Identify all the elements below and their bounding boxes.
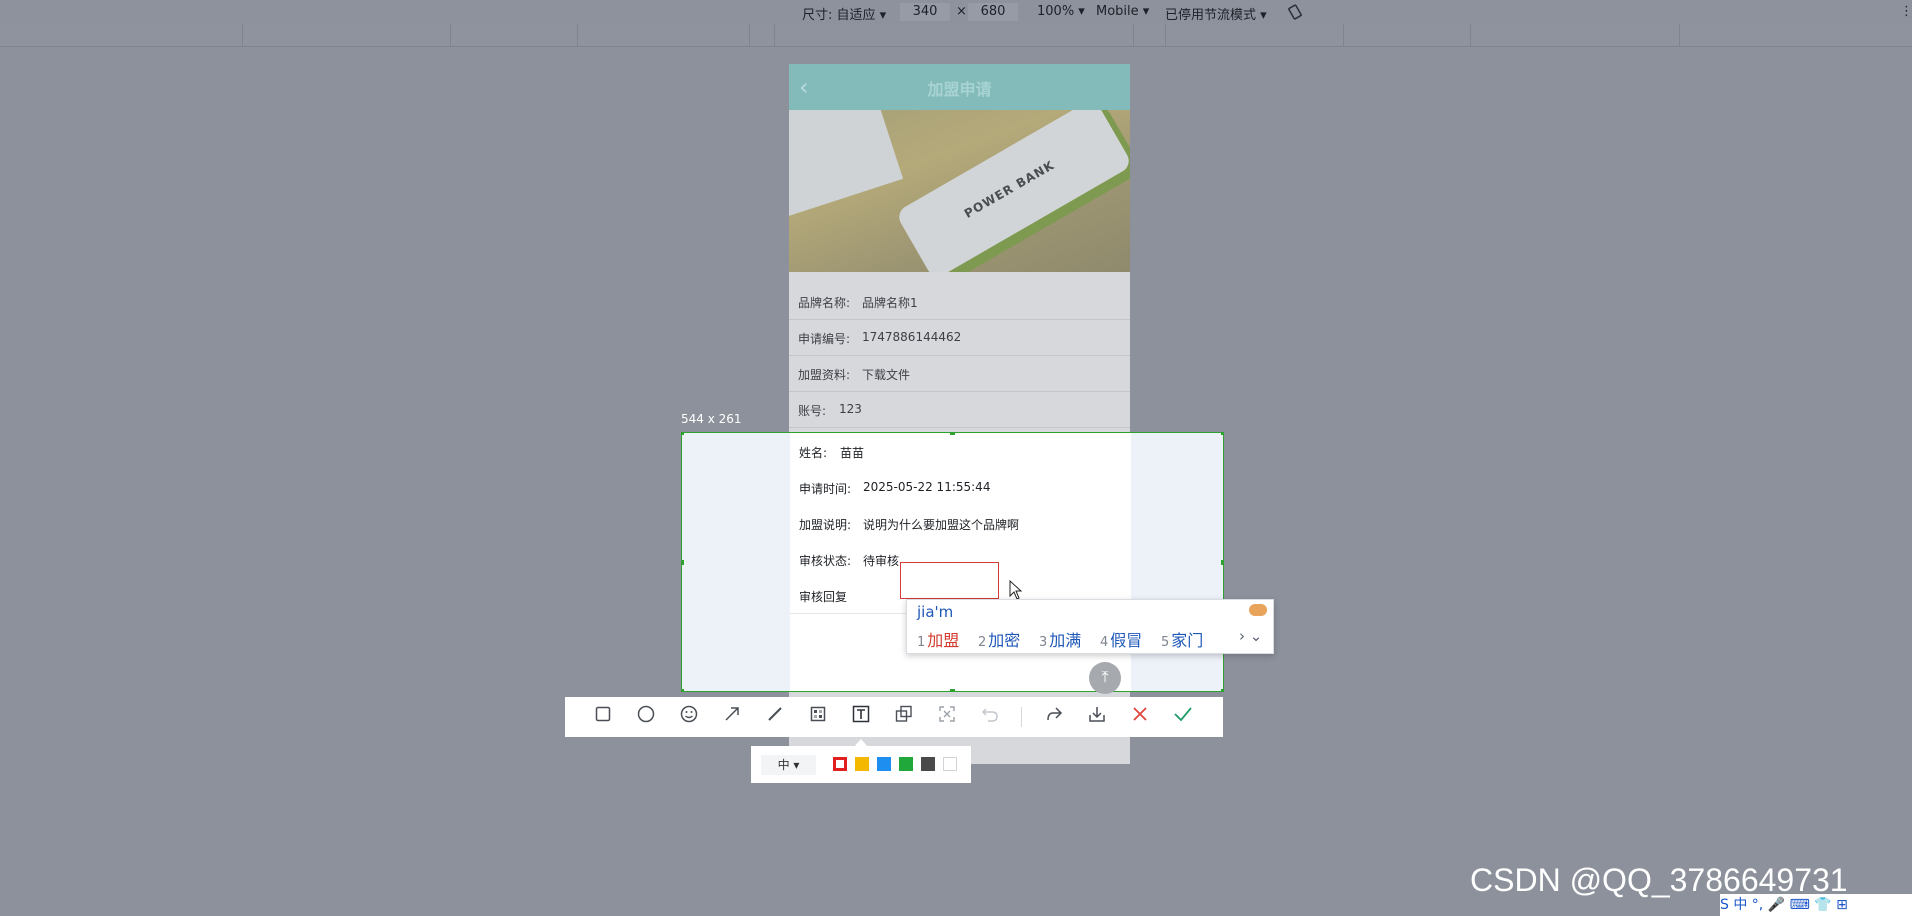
ime-candidate[interactable]: 5 家门 <box>1161 627 1203 651</box>
download-link[interactable]: 下载文件 <box>862 366 910 383</box>
throttle-dropdown[interactable]: 已停用节流模式 ▾ <box>1165 4 1267 23</box>
info-row: 账号: 123 <box>789 391 1130 428</box>
height-input[interactable]: 680 <box>968 3 1018 21</box>
more-icon[interactable]: ⋮ <box>1900 4 1912 19</box>
ime-pinyin: jia'm <box>917 603 954 621</box>
info-row: 申请时间: 2025-05-22 11:55:44 <box>790 469 1131 506</box>
info-row: 申请编号: 1747886144462 <box>789 319 1130 356</box>
page-title: 加盟申请 <box>927 80 992 99</box>
close-icon[interactable] <box>1128 705 1152 729</box>
width-input[interactable]: 340 <box>900 3 950 21</box>
line-icon[interactable] <box>763 705 787 729</box>
color-swatch-green[interactable] <box>899 757 913 771</box>
info-row: 加盟资料: 下载文件 <box>789 355 1130 392</box>
text-icon[interactable] <box>849 705 873 729</box>
ime-status-tray[interactable]: S 中 °, 🎤 ⌨ 👕 ⊞ <box>1720 894 1912 916</box>
ellipse-icon[interactable] <box>634 705 658 729</box>
info-row: 姓名: 苗苗 <box>790 433 1131 470</box>
color-swatch-blue[interactable] <box>877 757 891 771</box>
ime-candidate-popup: jia'm 1 加盟 2 加密 3 加满 4 假冒 5 家门 › ⌄ <box>906 599 1274 654</box>
zoom-dropdown[interactable]: 100% ▾ <box>1037 4 1085 19</box>
brand-image: POWER BANK <box>789 110 1130 272</box>
info-row: 加盟说明: 说明为什么要加盟这个品牌啊 <box>790 505 1131 542</box>
info-row: 品牌名称: 品牌名称1 <box>789 283 1130 320</box>
text-annotation-box[interactable] <box>900 562 999 599</box>
annotation-toolbar <box>565 697 1223 737</box>
color-swatch-white[interactable] <box>943 757 957 771</box>
save-icon[interactable] <box>1085 705 1109 729</box>
text-style-panel: 中 ▾ <box>751 746 971 783</box>
hero-text: POWER BANK <box>961 157 1057 221</box>
back-to-top-button[interactable]: ⤒ <box>1089 662 1121 694</box>
pin-icon[interactable] <box>892 705 916 729</box>
ime-skin-icon[interactable] <box>1249 604 1267 616</box>
share-icon[interactable] <box>1042 705 1066 729</box>
rectangle-icon[interactable] <box>591 705 615 729</box>
ocr-icon[interactable] <box>935 705 959 729</box>
color-swatch-gray[interactable] <box>921 757 935 771</box>
mosaic-icon[interactable] <box>806 705 830 729</box>
devtools-toolbar: 尺寸: 自适应 ▾ 340 × 680 100% ▾ Mobile ▾ 已停用节… <box>0 0 1912 24</box>
color-swatch-red[interactable] <box>833 757 847 771</box>
ime-candidate[interactable]: 3 加满 <box>1039 627 1081 651</box>
font-size-dropdown[interactable]: 中 ▾ <box>761 755 816 775</box>
ime-candidate[interactable]: 1 加盟 <box>917 627 959 651</box>
device-dropdown[interactable]: Mobile ▾ <box>1096 4 1149 19</box>
rotate-icon[interactable] <box>1286 4 1304 24</box>
emoji-icon[interactable] <box>677 705 701 729</box>
undo-icon[interactable] <box>978 705 1002 729</box>
page-header: ‹ 加盟申请 <box>789 64 1130 110</box>
arrow-icon[interactable] <box>720 705 744 729</box>
confirm-icon[interactable] <box>1171 705 1195 729</box>
ime-candidate[interactable]: 2 加密 <box>978 627 1020 651</box>
dimensions-dropdown[interactable]: 尺寸: 自适应 ▾ <box>802 4 886 23</box>
times-label: × <box>956 4 967 19</box>
ime-candidate[interactable]: 4 假冒 <box>1100 627 1142 651</box>
ruler-bar <box>0 24 1912 47</box>
ime-more-icon[interactable]: › ⌄ <box>1239 627 1262 645</box>
selection-size-label: 544 x 261 <box>681 412 742 426</box>
color-swatch-yellow[interactable] <box>855 757 869 771</box>
